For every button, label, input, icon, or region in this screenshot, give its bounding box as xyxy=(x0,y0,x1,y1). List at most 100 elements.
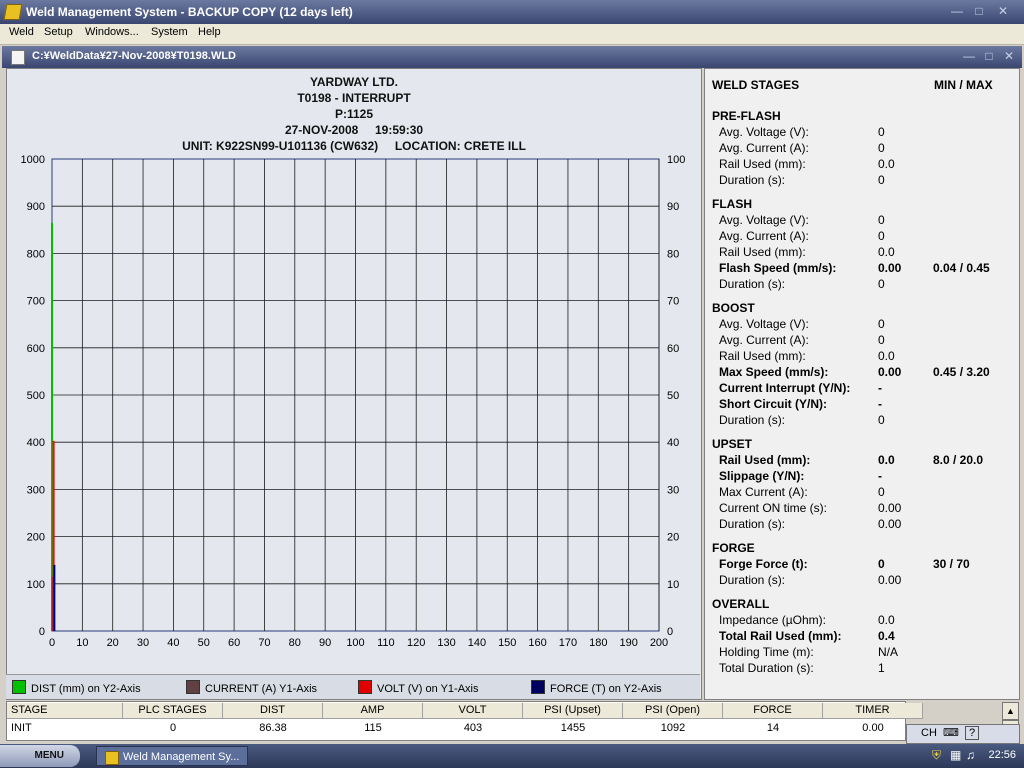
doc-close-icon[interactable]: ✕ xyxy=(1000,49,1018,64)
y1-tick-label: 400 xyxy=(27,437,45,449)
taskbar-app-button[interactable]: Weld Management Sy... xyxy=(96,746,248,766)
stage-row-value: 0 xyxy=(878,229,885,243)
shield-icon[interactable]: ⛨ xyxy=(932,748,941,763)
stage-row-value: - xyxy=(878,469,882,483)
table-cell: 115 xyxy=(364,722,382,734)
stage-row-value: 0.0 xyxy=(878,349,895,363)
table-header-cell[interactable]: DIST xyxy=(223,703,323,719)
stage-row-label: Duration (s): xyxy=(719,413,786,427)
stage-group-title: PRE-FLASH xyxy=(712,109,781,123)
table-header-cell[interactable]: TIMER xyxy=(823,703,923,719)
x-tick-label: 30 xyxy=(137,637,149,649)
doc-maximize-icon[interactable]: □ xyxy=(980,49,998,64)
y2-tick-label: 90 xyxy=(667,201,679,213)
table-header-cell[interactable]: PSI (Upset) xyxy=(523,703,623,719)
table-header-cell[interactable]: PLC STAGES xyxy=(123,703,223,719)
weld-chart: 0 10 20 30 40 50 60 70 80 90 100 110 120 130 140 150 160… xyxy=(21,154,686,649)
keyboard-icon[interactable]: ⌨ xyxy=(943,726,959,739)
language-bar[interactable]: CH ⌨ ? xyxy=(906,724,1020,744)
stage-row-label: Avg. Current (A): xyxy=(719,229,809,243)
y2-tick-label: 50 xyxy=(667,390,679,402)
legend-item-volt: VOLT (V) on Y1-Axis xyxy=(358,680,478,695)
help-icon[interactable]: ? xyxy=(965,726,980,740)
y2-tick-label: 40 xyxy=(667,437,679,449)
stage-row-label: Rail Used (mm): xyxy=(719,245,806,259)
maximize-icon[interactable]: □ xyxy=(970,4,988,19)
volume-icon[interactable]: ♫ xyxy=(966,748,975,762)
clock: 22:56 xyxy=(988,749,1016,761)
stage-row-label: Short Circuit (Y/N): xyxy=(719,397,827,411)
stage-row-label: Rail Used (mm): xyxy=(719,453,811,467)
stage-row-label: Holding Time (m): xyxy=(719,645,814,659)
legend-label-volt: VOLT (V) on Y1-Axis xyxy=(377,683,479,695)
stage-row-value: 0.0 xyxy=(878,157,895,171)
stage-row-value: N/A xyxy=(878,645,899,659)
y2-tick-label: 30 xyxy=(667,484,679,496)
table-header-cell[interactable]: AMP xyxy=(323,703,423,719)
chart-legend: DIST (mm) on Y2-Axis CURRENT (A) Y1-Axis… xyxy=(6,674,700,699)
close-icon[interactable]: ✕ xyxy=(994,4,1012,19)
scroll-up-icon[interactable]: ▲ xyxy=(1002,702,1019,720)
legend-item-current: CURRENT (A) Y1-Axis xyxy=(186,680,317,695)
stage-row-value: 0.00 xyxy=(878,261,902,275)
document-icon xyxy=(11,50,25,65)
legend-item-dist: DIST (mm) on Y2-Axis xyxy=(12,680,141,695)
x-tick-label: 50 xyxy=(198,637,210,649)
x-tick-label: 120 xyxy=(407,637,425,649)
stage-row-value: 0 xyxy=(878,317,885,331)
y1-tick-label: 900 xyxy=(27,201,45,213)
stage-row-label: Max Current (A): xyxy=(719,485,808,499)
legend-swatch-dist xyxy=(12,680,26,694)
x-tick-label: 170 xyxy=(559,637,577,649)
stage-row-value: 0 xyxy=(878,485,885,499)
taskbar: MENU Weld Management Sy... CH ⌨ ? ⛨ ▦ ♫ … xyxy=(0,724,1024,768)
y1-tick-label: 100 xyxy=(27,579,45,591)
minimize-icon[interactable]: — xyxy=(948,4,966,19)
stage-row-value: 0.0 xyxy=(878,453,895,467)
y1-tick-label: 600 xyxy=(27,343,45,355)
stage-row-minmax: 30 / 70 xyxy=(933,557,970,571)
table-cell: 1092 xyxy=(660,722,686,734)
stage-row-label: Slippage (Y/N): xyxy=(719,469,805,483)
stage-row-value: 0 xyxy=(878,413,885,427)
table-cell: 86.38 xyxy=(259,722,287,734)
y2-tick-label: 100 xyxy=(667,154,685,166)
stage-row-label: Duration (s): xyxy=(719,173,786,187)
x-tick-label: 60 xyxy=(228,637,240,649)
stage-row-label: Flash Speed (mm/s): xyxy=(719,261,837,275)
table-header-cell[interactable]: STAGE xyxy=(7,703,123,719)
y1-tick-label: 300 xyxy=(27,484,45,496)
x-tick-label: 100 xyxy=(346,637,364,649)
document-title-bar: C:¥WeldData¥27-Nov-2008¥T0198.WLD — □ ✕ xyxy=(2,46,1022,68)
table-cell: 1455 xyxy=(560,722,586,734)
table-header-cell[interactable]: FORCE xyxy=(723,703,823,719)
menu-bar: Weld Setup Windows... System Help xyxy=(0,24,1024,45)
menu-windows[interactable]: Windows... xyxy=(85,26,139,38)
legend-label-current: CURRENT (A) Y1-Axis xyxy=(205,683,318,695)
stage-row-minmax: 8.0 / 20.0 xyxy=(933,453,984,467)
x-tick-label: 140 xyxy=(468,637,486,649)
stage-group-title: BOOST xyxy=(712,301,755,315)
x-tick-label: 80 xyxy=(289,637,301,649)
stage-row-label: Total Rail Used (mm): xyxy=(719,629,842,643)
stage-row-value: 1 xyxy=(878,661,885,675)
stage-row-value: 0 xyxy=(878,557,885,571)
stage-group-title: UPSET xyxy=(712,437,753,451)
network-icon[interactable]: ▦ xyxy=(950,748,961,762)
stage-row-label: Rail Used (mm): xyxy=(719,157,806,171)
start-menu-button[interactable]: MENU xyxy=(0,745,80,767)
stage-row-label: Avg. Voltage (V): xyxy=(719,125,809,139)
doc-minimize-icon[interactable]: — xyxy=(960,49,978,64)
menu-help[interactable]: Help xyxy=(198,26,221,38)
menu-system[interactable]: System xyxy=(151,26,188,38)
stage-row-label: Rail Used (mm): xyxy=(719,349,806,363)
table-header-cell[interactable]: VOLT xyxy=(423,703,523,719)
table-header-cell[interactable]: PSI (Open) xyxy=(623,703,723,719)
stage-row-value: 0.00 xyxy=(878,517,902,531)
weld-stages-header: WELD STAGES xyxy=(712,78,800,92)
x-tick-label: 130 xyxy=(437,637,455,649)
menu-weld[interactable]: Weld xyxy=(9,26,34,38)
x-tick-label: 200 xyxy=(650,637,668,649)
menu-setup[interactable]: Setup xyxy=(44,26,73,38)
app-title: Weld Management System - BACKUP COPY (12… xyxy=(26,5,353,19)
